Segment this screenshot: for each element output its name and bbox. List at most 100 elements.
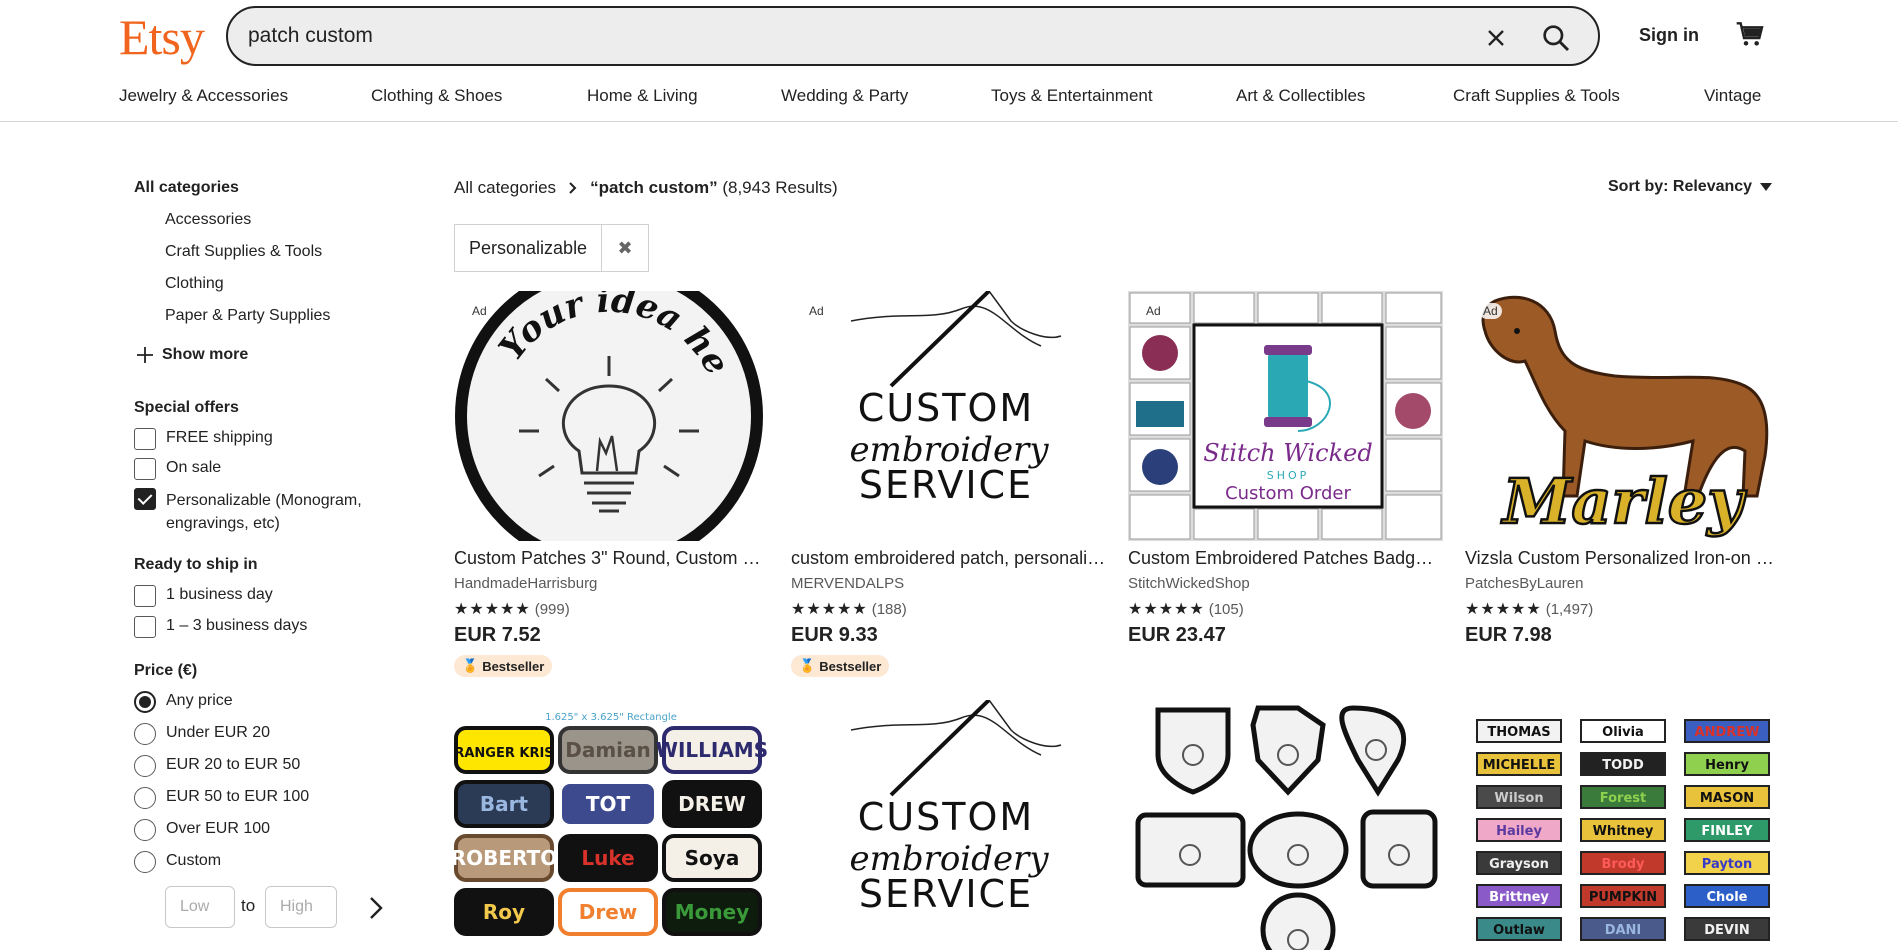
remove-filter-icon[interactable]: ✖ — [602, 225, 648, 271]
listing-price: EUR 7.98 — [1465, 624, 1552, 646]
nav-toys[interactable]: Toys & Entertainment — [991, 86, 1153, 106]
patch-name: Bart — [480, 792, 529, 816]
filter-free-shipping[interactable]: FREE shipping — [134, 428, 273, 450]
rating: ★★★★★ (999) — [454, 599, 570, 619]
ad-label: Ad — [805, 303, 828, 319]
listing-image[interactable]: 1.625" x 3.625" Rectangle RANGER KRIS Dam… — [454, 700, 769, 950]
size-caption: 1.625" x 3.625" Rectangle — [545, 712, 677, 723]
price-50-100[interactable]: EUR 50 to EUR 100 — [134, 787, 310, 809]
price-over-100[interactable]: Over EUR 100 — [134, 819, 270, 841]
etsy-logo[interactable]: Etsy — [119, 8, 205, 66]
listing-title[interactable]: Vizsla Custom Personalized Iron-on Patch — [1465, 548, 1780, 569]
badge-label: Bestseller — [819, 658, 882, 674]
listing-image[interactable]: CUSTOM embroidery SERVICE — [791, 700, 1106, 950]
price-20-50[interactable]: EUR 20 to EUR 50 — [134, 755, 300, 777]
patch-name: Roy — [483, 900, 525, 924]
search-icon[interactable] — [1540, 22, 1572, 54]
chevron-right-icon — [569, 182, 577, 194]
filter-chip-personalizable: Personalizable ✖ — [454, 224, 650, 272]
listing-title[interactable]: Custom Embroidered Patches Badges Iron O… — [1128, 548, 1443, 569]
breadcrumb: All categories “patch custom” (8,943 Res… — [454, 178, 838, 198]
listing-title[interactable]: Custom Patches 3" Round, Custom Embroide… — [454, 548, 769, 569]
checkbox[interactable] — [134, 616, 156, 638]
radio-selected[interactable] — [134, 691, 156, 713]
price-custom[interactable]: Custom — [134, 851, 221, 873]
nav-art[interactable]: Art & Collectibles — [1236, 86, 1365, 106]
clear-search-icon[interactable] — [1482, 24, 1510, 52]
checkbox-checked[interactable] — [134, 488, 156, 510]
nav-craft[interactable]: Craft Supplies & Tools — [1453, 86, 1620, 106]
shop-name: PatchesByLauren — [1465, 575, 1584, 592]
radio[interactable] — [134, 851, 156, 873]
nav-jewelry[interactable]: Jewelry & Accessories — [119, 86, 288, 106]
plus-icon — [137, 347, 153, 363]
sign-in-link[interactable]: Sign in — [1639, 25, 1699, 46]
patch-name: TOT — [586, 792, 631, 816]
listing-image[interactable]: Marley Ad — [1465, 291, 1780, 541]
nav-wedding[interactable]: Wedding & Party — [781, 86, 908, 106]
show-more-button[interactable]: Show more — [136, 346, 248, 364]
price-heading: Price (€) — [134, 662, 198, 679]
round-patch-image: Your idea here. — [454, 291, 769, 541]
listing-image[interactable]: Your idea here. Ad — [454, 291, 769, 541]
listing-image[interactable] — [1128, 700, 1443, 950]
patch-name: Money — [675, 900, 749, 924]
tag-name: Chole — [1707, 890, 1748, 905]
price-low-input[interactable]: Low — [165, 886, 235, 928]
listing-image[interactable]: THOMAS Olivia ANDREW MICHELLE TODD Henry Wilso… — [1465, 700, 1780, 950]
listing-title[interactable]: custom embroidered patch, personalized p… — [791, 548, 1106, 569]
nav-home[interactable]: Home & Living — [587, 86, 698, 106]
service-word: SERVICE — [859, 872, 1033, 916]
price-under-20[interactable]: Under EUR 20 — [134, 723, 270, 745]
all-categories-heading[interactable]: All categories — [134, 179, 239, 197]
sort-label: Sort by: Relevancy — [1608, 178, 1753, 195]
filter-label: Personalizable (Monogram, engravings, et… — [166, 492, 362, 532]
tag-name: MICHELLE — [1483, 758, 1556, 773]
special-offers-heading: Special offers — [134, 399, 239, 416]
caret-down-icon — [1760, 183, 1773, 191]
nav-clothing[interactable]: Clothing & Shoes — [371, 86, 502, 106]
cart-icon[interactable] — [1734, 18, 1766, 50]
search-input[interactable] — [248, 20, 1448, 52]
breadcrumb-query: “patch custom” — [590, 178, 718, 197]
checkbox[interactable] — [134, 428, 156, 450]
tag-name: MASON — [1700, 791, 1754, 806]
custom-word: CUSTOM — [858, 386, 1034, 430]
checkbox[interactable] — [134, 585, 156, 607]
tag-name: Olivia — [1602, 725, 1644, 740]
stitch-wicked-text: Stitch Wicked — [1203, 439, 1372, 467]
radio-label: EUR 50 to EUR 100 — [166, 788, 310, 805]
patch-name: DREW — [678, 792, 746, 816]
radio[interactable] — [134, 723, 156, 745]
patch-name: WILLIAMS — [656, 738, 768, 762]
tag-name: Payton — [1702, 857, 1752, 872]
category-paper-party[interactable]: Paper & Party Supplies — [165, 307, 330, 325]
tag-name: PUMPKIN — [1589, 890, 1657, 905]
listing-image[interactable]: CUSTOM embroidery SERVICE Ad — [791, 291, 1106, 541]
star-rating-icon: ★★★★★ — [791, 601, 868, 618]
sort-dropdown[interactable]: Sort by: Relevancy — [1608, 178, 1773, 196]
filter-on-sale[interactable]: On sale — [134, 458, 221, 480]
category-clothing[interactable]: Clothing — [165, 275, 224, 293]
filter-personalizable[interactable]: Personalizable (Monogram, engravings, et… — [134, 488, 404, 535]
filter-1-3-days[interactable]: 1 – 3 business days — [134, 616, 307, 638]
filter-1-day[interactable]: 1 business day — [134, 585, 273, 607]
nav-vintage[interactable]: Vintage — [1704, 86, 1761, 106]
shop-word: SHOP — [1267, 469, 1310, 482]
category-craft-supplies[interactable]: Craft Supplies & Tools — [165, 243, 322, 261]
checkbox[interactable] — [134, 458, 156, 480]
tag-name: Forest — [1600, 791, 1646, 806]
chevron-right-icon[interactable] — [362, 892, 390, 924]
breadcrumb-all-categories[interactable]: All categories — [454, 178, 556, 198]
radio[interactable] — [134, 755, 156, 777]
chip-label: Personalizable — [455, 225, 603, 271]
price-any[interactable]: Any price — [134, 691, 233, 713]
patch-name: Soya — [685, 846, 740, 870]
category-accessories[interactable]: Accessories — [165, 211, 251, 229]
price-high-input[interactable]: High — [265, 886, 337, 928]
radio[interactable] — [134, 787, 156, 809]
search-bar[interactable] — [226, 6, 1600, 66]
shop-name: MERVENDALPS — [791, 575, 905, 592]
radio[interactable] — [134, 819, 156, 841]
listing-image[interactable]: Stitch Wicked SHOP Custom Order Ad — [1128, 291, 1443, 541]
